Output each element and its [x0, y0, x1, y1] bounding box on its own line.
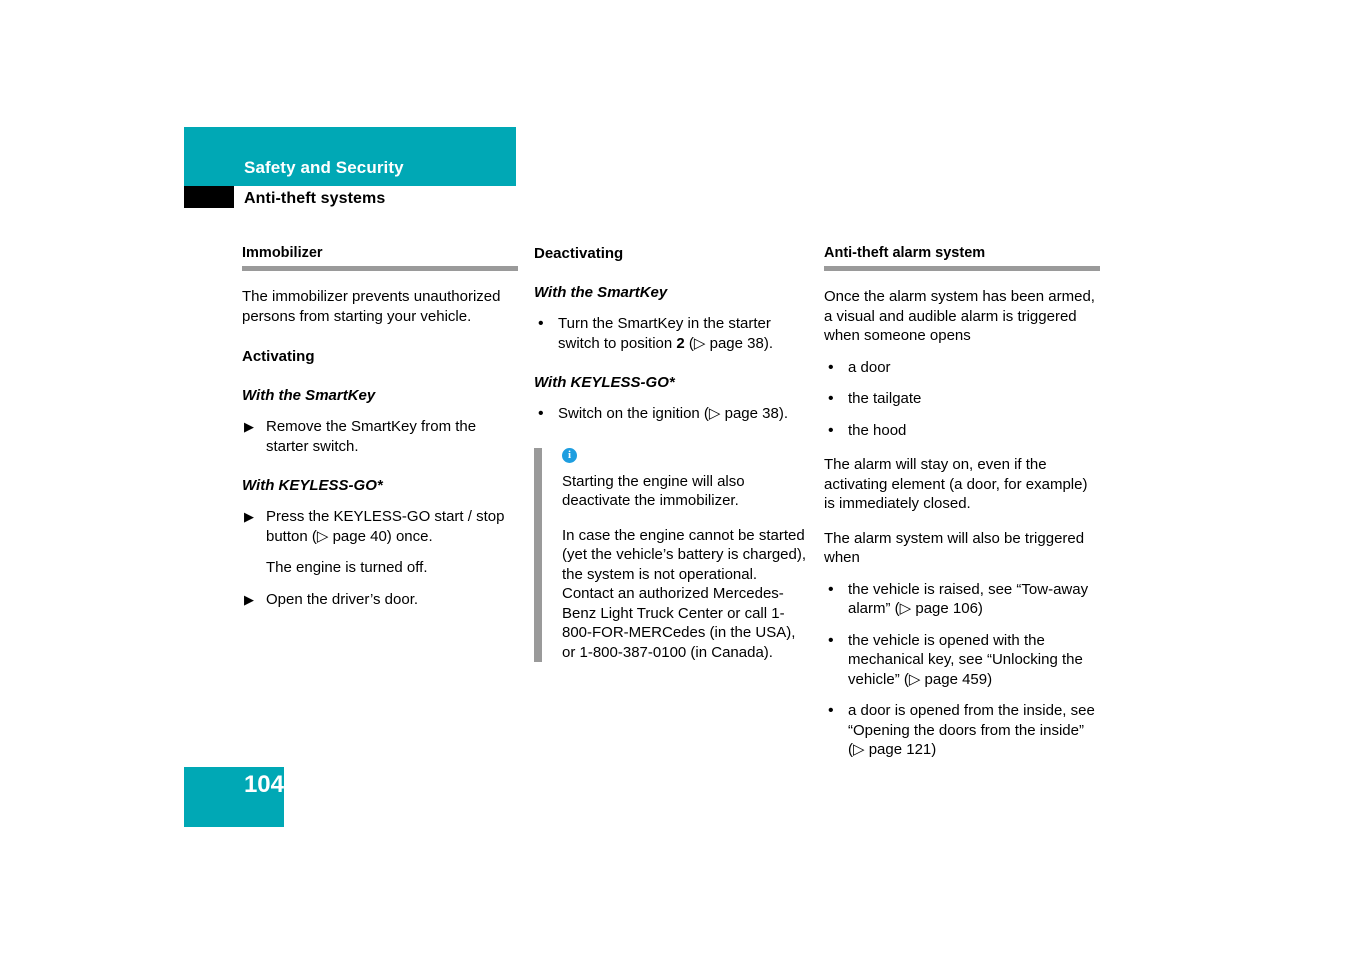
list-item: • a door is opened from the inside, see …: [824, 701, 1100, 760]
round-bullet-icon: •: [828, 358, 834, 376]
list-item: • the hood: [824, 421, 1100, 441]
heading-with-smartkey-left: With the SmartKey: [242, 387, 376, 404]
round-bullet-icon: •: [538, 405, 544, 422]
heading-deactivating: Deactivating: [534, 245, 624, 262]
list-item: • Turn the SmartKey in the starter switch…: [534, 314, 810, 353]
round-bullet-icon: •: [828, 421, 834, 439]
list-item-text: the tailgate: [848, 390, 922, 407]
heading-with-keyless-go-middle: With KEYLESS-GO*: [534, 374, 675, 391]
list-item-text: the vehicle is raised, see “Tow-away ala…: [848, 580, 1089, 618]
info-icon-glyph: i: [567, 448, 572, 461]
keyless-steps-left: ▶ Press the KEYLESS-GO start / stop butt…: [242, 507, 518, 609]
note-paragraph: Starting the engine will also deactivate…: [562, 472, 745, 510]
round-bullet-icon: •: [828, 631, 834, 649]
list-item: ▶ Open the driver’s door.: [242, 590, 518, 610]
heading-rule: [824, 266, 1100, 271]
list-item-bold-value: 2: [676, 334, 685, 352]
info-note-box: i Starting the engine will also deactiva…: [534, 447, 810, 662]
list-item: ▶ Press the KEYLESS-GO start / stop butt…: [242, 507, 518, 578]
alarm-opens-list: • a door • the tailgate • the hood: [824, 358, 1100, 441]
column-right: Anti-theft alarm system Once the alarm s…: [824, 244, 1100, 760]
heading-with-keyless-go-left: With KEYLESS-GO*: [242, 477, 383, 494]
keyless-steps-middle: • Switch on the ignition (▷ page 38).: [534, 404, 810, 424]
column-middle: Deactivating With the SmartKey • Turn the…: [534, 244, 810, 662]
round-bullet-icon: •: [828, 390, 834, 407]
heading-with-smartkey-middle: With the SmartKey: [534, 284, 668, 301]
list-item: • the vehicle is opened with the mechani…: [824, 631, 1100, 690]
heading-rule: [242, 266, 518, 271]
round-bullet-icon: •: [538, 315, 544, 332]
list-item-text: Open the driver’s door.: [266, 590, 419, 608]
round-bullet-icon: •: [828, 580, 834, 598]
note-paragraph: In case the engine cannot be started (ye…: [562, 526, 807, 661]
manual-page: Safety and Security Anti-theft systems I…: [0, 0, 1351, 954]
alarm-triggered-paragraph: The alarm system will also be triggered …: [824, 529, 1085, 567]
list-item-text: the hood: [848, 421, 907, 439]
alarm-stay-on-paragraph: The alarm will stay on, even if the acti…: [824, 456, 1088, 512]
section-tab-marker: [184, 186, 234, 208]
list-item-text: Press the KEYLESS-GO start / stop button…: [266, 508, 505, 545]
list-item-text: Switch on the ignition (▷ page 38).: [558, 405, 789, 422]
smartkey-steps-middle: • Turn the SmartKey in the starter switch…: [534, 314, 810, 353]
smartkey-steps-left: ▶ Remove the SmartKey from the starter s…: [242, 417, 518, 456]
list-item-text: a door is opened from the inside, see “O…: [848, 702, 1095, 758]
triangle-bullet-icon: ▶: [244, 419, 254, 434]
alarm-intro: Once the alarm system has been armed, a …: [824, 288, 1095, 344]
chapter-title: Safety and Security: [244, 158, 404, 177]
round-bullet-icon: •: [828, 702, 834, 719]
column-left: Immobilizer The immobilizer prevents una…: [242, 244, 518, 609]
page-number: 104: [243, 771, 284, 798]
list-item-text: the vehicle is opened with the mechanica…: [848, 631, 1083, 688]
immobilizer-intro: The immobilizer prevents unauthorized pe…: [242, 288, 501, 325]
heading-anti-theft-alarm-system: Anti-theft alarm system: [824, 245, 986, 261]
info-icon: i: [562, 447, 577, 463]
triangle-bullet-icon: ▶: [244, 509, 254, 524]
list-item-text: a door: [848, 358, 891, 376]
list-item-subtext: The engine is turned off.: [266, 559, 428, 576]
list-item: ▶ Remove the SmartKey from the starter s…: [242, 417, 518, 456]
note-accent-bar: [534, 447, 542, 662]
list-item: • the tailgate: [824, 389, 1100, 409]
list-item-text-after: (▷ page 38).: [684, 334, 773, 352]
list-item: • a door: [824, 358, 1100, 378]
heading-immobilizer: Immobilizer: [242, 245, 323, 261]
triangle-bullet-icon: ▶: [244, 591, 254, 607]
alarm-triggered-list: • the vehicle is raised, see “Tow-away a…: [824, 580, 1100, 760]
section-title: Anti-theft systems: [244, 190, 386, 207]
list-item-text: Remove the SmartKey from the starter swi…: [266, 418, 477, 455]
list-item: • the vehicle is raised, see “Tow-away a…: [824, 580, 1100, 619]
list-item: • Switch on the ignition (▷ page 38).: [534, 404, 810, 424]
heading-activating: Activating: [242, 348, 315, 365]
